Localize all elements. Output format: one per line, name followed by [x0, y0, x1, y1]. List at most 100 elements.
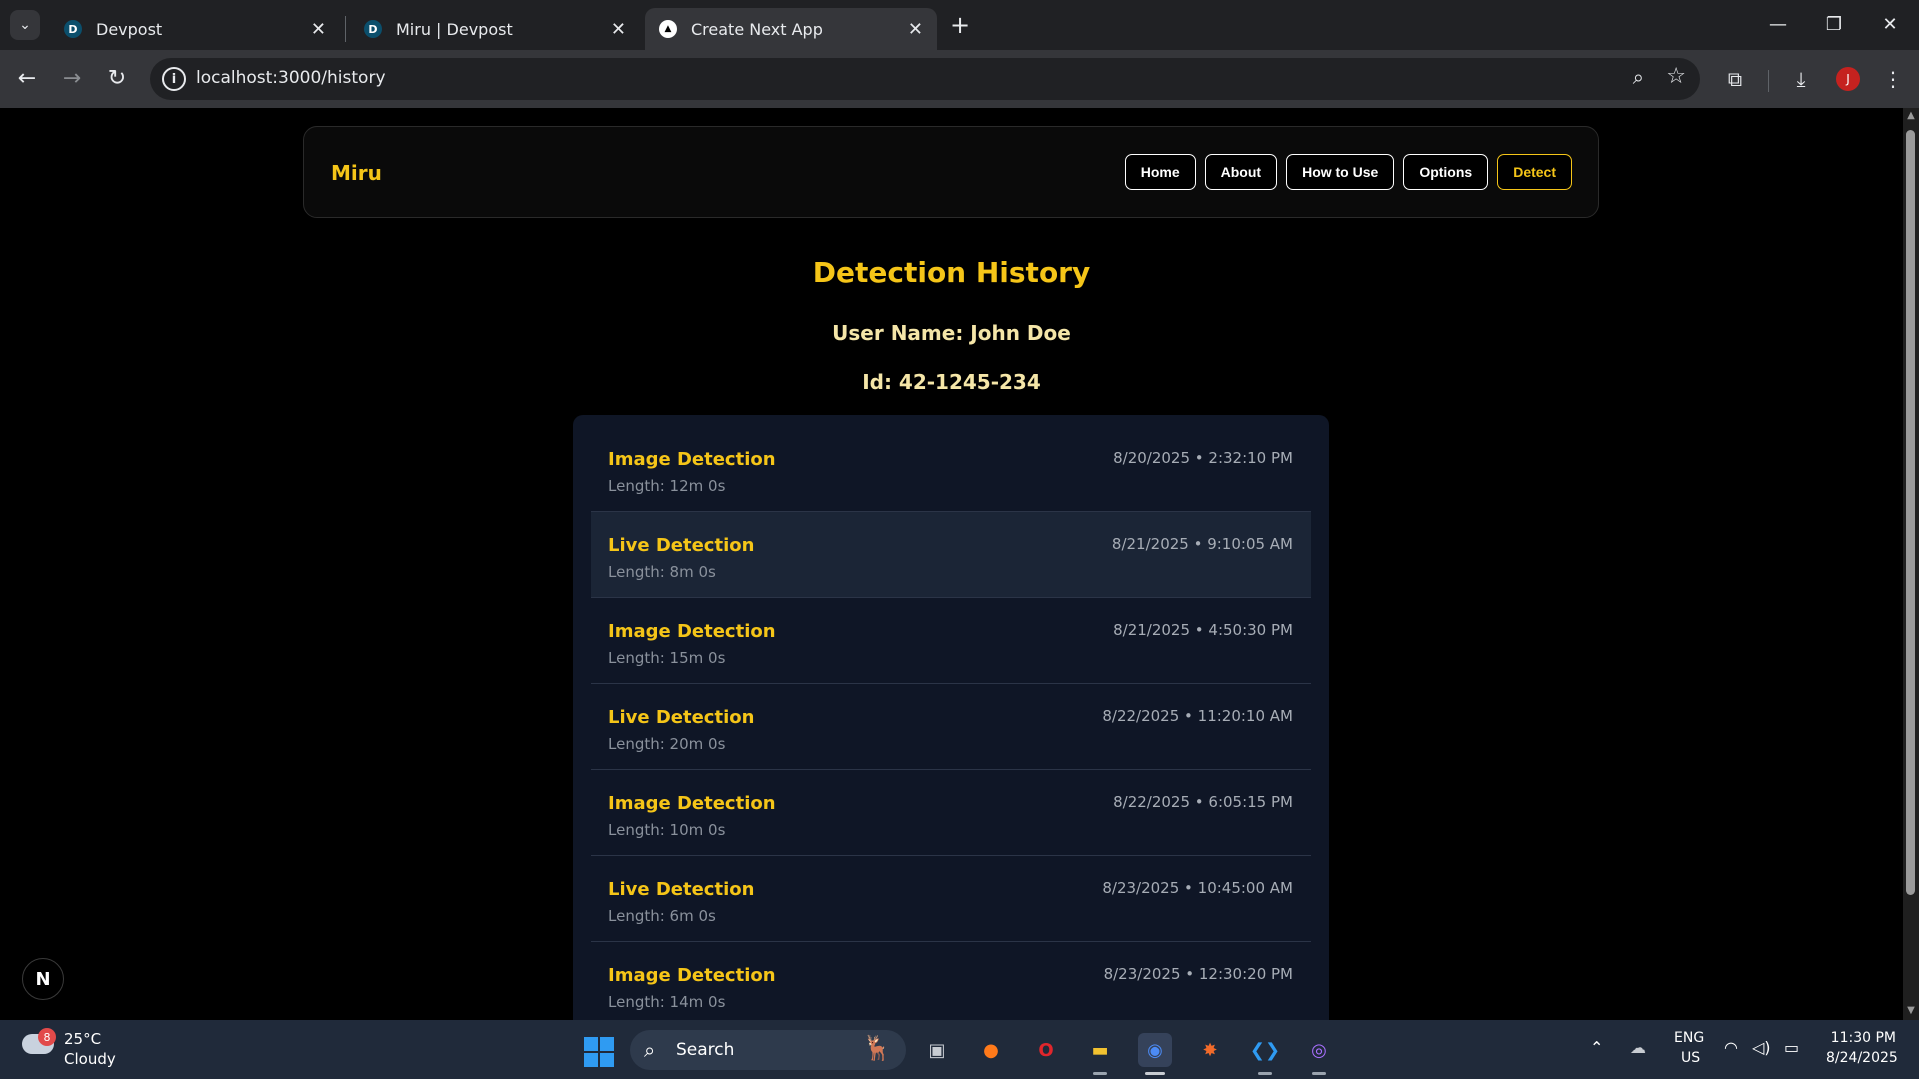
history-list: Image Detection Length: 12m 0s 8/20/2025… [573, 415, 1329, 1020]
running-indicator [1093, 1072, 1107, 1075]
nav-about-button[interactable]: About [1204, 154, 1278, 190]
profile-avatar[interactable]: J [1836, 67, 1860, 91]
detection-type: Image Detection [608, 449, 776, 470]
history-row[interactable]: Image Detection Length: 10m 0s 8/22/2025… [591, 770, 1311, 856]
tab-miru-devpost[interactable]: D Miru | Devpost ✕ [350, 8, 640, 50]
nextjs-dev-tools-icon[interactable]: N [22, 958, 64, 1000]
taskbar-search[interactable]: ⌕ Search 🦌 [630, 1030, 906, 1070]
search-label: Search [676, 1040, 735, 1060]
firefox-icon[interactable]: ● [974, 1033, 1008, 1067]
browser-tab-bar: ⌄ D Devpost ✕ D Miru | Devpost ✕ ▲ Creat… [0, 0, 1919, 50]
tab-create-next-app[interactable]: ▲ Create Next App ✕ [645, 8, 937, 50]
scroll-up-arrow-icon[interactable]: ▲ [1905, 110, 1917, 121]
download-icon[interactable]: ⤓ [1784, 62, 1818, 96]
detection-length: Length: 10m 0s [608, 821, 726, 839]
history-row[interactable]: Live Detection Length: 20m 0s 8/22/2025 … [591, 684, 1311, 770]
active-indicator [1145, 1072, 1165, 1075]
url-text[interactable]: localhost:3000/history [196, 68, 386, 88]
tab-close-icon[interactable]: ✕ [311, 19, 326, 40]
history-row[interactable]: Image Detection Length: 14m 0s 8/23/2025… [591, 942, 1311, 1020]
window-close-icon[interactable]: ✕ [1862, 6, 1918, 42]
github-desktop-icon[interactable]: ◎ [1302, 1033, 1336, 1067]
detection-type: Live Detection [608, 535, 755, 556]
file-explorer-icon[interactable]: ▬ [1083, 1033, 1117, 1067]
search-highlight-deer-icon: 🦌 [862, 1034, 892, 1062]
zoom-magnifier-icon[interactable]: ⌕ [1633, 65, 1644, 89]
task-view-icon[interactable]: ▣ [920, 1033, 954, 1067]
xampp-icon[interactable]: ✸ [1193, 1033, 1227, 1067]
chrome-icon[interactable]: ◉ [1138, 1033, 1172, 1067]
tab-close-icon[interactable]: ✕ [908, 19, 923, 40]
tab-close-icon[interactable]: ✕ [611, 19, 626, 40]
scroll-down-arrow-icon[interactable]: ▼ [1905, 1005, 1917, 1016]
bookmark-star-icon[interactable]: ☆ [1666, 64, 1686, 89]
nav-how-to-use-button[interactable]: How to Use [1286, 154, 1395, 190]
detection-timestamp: 8/20/2025 • 2:32:10 PM [1113, 449, 1293, 467]
nav-links: Home About How to Use Options Detect [1124, 154, 1572, 190]
restore-icon[interactable]: ❐ [1806, 6, 1862, 42]
weather-temperature[interactable]: 25°C [64, 1030, 101, 1048]
page-viewport: Miru Home About How to Use Options Detec… [0, 108, 1903, 1020]
detection-timestamp: 8/22/2025 • 6:05:15 PM [1113, 793, 1293, 811]
user-id-label: Id: 42-1245-234 [862, 370, 1041, 394]
toolbar-divider [1768, 70, 1769, 92]
site-info-icon[interactable]: i [162, 67, 186, 91]
nav-home-button[interactable]: Home [1124, 154, 1196, 190]
forward-arrow-icon[interactable]: → [54, 60, 90, 96]
show-hidden-icons-chevron-icon[interactable]: ⌃ [1590, 1038, 1603, 1057]
tab-divider [345, 16, 346, 42]
vscode-icon[interactable]: ❮❯ [1248, 1033, 1282, 1067]
address-bar[interactable]: i localhost:3000/history ⌕ ☆ [150, 58, 1700, 100]
detection-length: Length: 14m 0s [608, 993, 726, 1011]
tab-title: Create Next App [691, 19, 823, 39]
extensions-puzzle-icon[interactable]: ⧉ [1718, 62, 1752, 96]
detection-type: Image Detection [608, 793, 776, 814]
back-arrow-icon[interactable]: ← [9, 60, 45, 96]
nav-detect-button[interactable]: Detect [1497, 154, 1572, 190]
tab-search-chevron-icon[interactable]: ⌄ [10, 10, 40, 40]
detection-length: Length: 12m 0s [608, 477, 726, 495]
site-navbar: Miru Home About How to Use Options Detec… [303, 126, 1599, 218]
tab-devpost[interactable]: D Devpost ✕ [50, 8, 340, 50]
brand-logo-text[interactable]: Miru [331, 161, 382, 185]
new-tab-plus-icon[interactable]: + [945, 10, 975, 40]
detection-length: Length: 20m 0s [608, 735, 726, 753]
weather-condition[interactable]: Cloudy [64, 1050, 116, 1068]
nav-options-button[interactable]: Options [1403, 154, 1489, 190]
reload-icon[interactable]: ↻ [99, 60, 135, 96]
volume-icon[interactable]: ◁) [1752, 1038, 1771, 1057]
nextjs-favicon-icon: ▲ [659, 20, 677, 38]
windows-taskbar: 8 25°C Cloudy ⌕ Search 🦌 ▣ ● O ▬ ◉ ✸ ❮❯ … [0, 1020, 1919, 1079]
detection-length: Length: 6m 0s [608, 907, 716, 925]
scrollbar-thumb[interactable] [1906, 130, 1915, 895]
windows-start-icon[interactable] [584, 1037, 614, 1067]
detection-type: Image Detection [608, 965, 776, 986]
devpost-favicon-icon: D [64, 20, 82, 38]
tab-title: Devpost [96, 19, 163, 39]
taskbar-date[interactable]: 8/24/2025 [1826, 1050, 1898, 1066]
tab-title: Miru | Devpost [396, 19, 513, 39]
browser-menu-kebab-icon[interactable]: ⋮ [1876, 62, 1910, 96]
opera-icon[interactable]: O [1029, 1033, 1063, 1067]
input-region[interactable]: US [1681, 1050, 1700, 1066]
detection-timestamp: 8/23/2025 • 10:45:00 AM [1102, 879, 1293, 897]
history-row[interactable]: Image Detection Length: 15m 0s 8/21/2025… [591, 598, 1311, 684]
history-row[interactable]: Live Detection Length: 8m 0s 8/21/2025 •… [591, 512, 1311, 598]
detection-length: Length: 8m 0s [608, 563, 716, 581]
history-row[interactable]: Live Detection Length: 6m 0s 8/23/2025 •… [591, 856, 1311, 942]
taskbar-clock[interactable]: 11:30 PM [1826, 1030, 1896, 1046]
history-row[interactable]: Image Detection Length: 12m 0s 8/20/2025… [591, 426, 1311, 512]
onedrive-offline-icon[interactable]: ☁ [1630, 1038, 1646, 1057]
page-title: Detection History [812, 256, 1091, 289]
detection-type: Image Detection [608, 621, 776, 642]
wifi-icon[interactable]: ◠ [1724, 1038, 1738, 1057]
battery-icon[interactable]: ▭ [1784, 1038, 1799, 1057]
user-name-label: User Name: John Doe [832, 321, 1071, 345]
input-language[interactable]: ENG [1674, 1030, 1704, 1046]
minimize-icon[interactable]: — [1750, 6, 1806, 42]
devpost-favicon-icon: D [364, 20, 382, 38]
search-icon: ⌕ [644, 1038, 656, 1062]
detection-type: Live Detection [608, 879, 755, 900]
detection-length: Length: 15m 0s [608, 649, 726, 667]
detection-type: Live Detection [608, 707, 755, 728]
